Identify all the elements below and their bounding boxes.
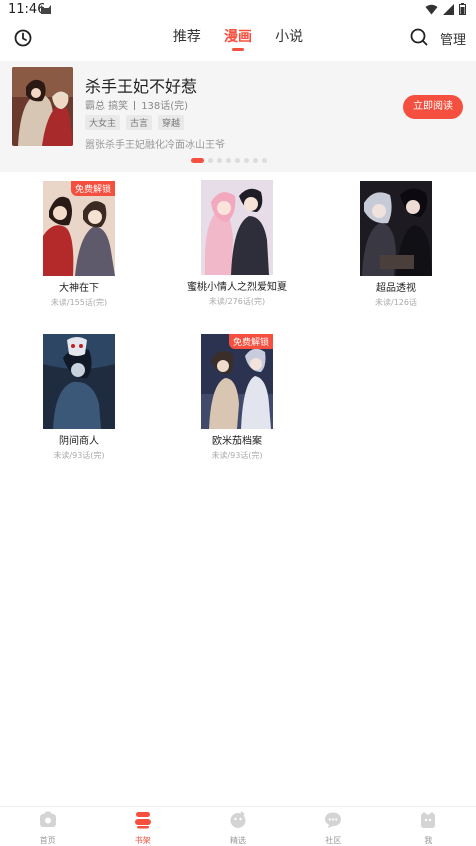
top-nav: 推荐 漫画 小说 管理 bbox=[0, 20, 476, 60]
free-unlock-badge: 免费解锁 bbox=[228, 334, 273, 349]
banner-cover-image[interactable] bbox=[12, 67, 73, 146]
book-progress: 未读/93话(完) bbox=[211, 451, 263, 460]
book-title[interactable]: 大神在下 bbox=[24, 282, 134, 296]
carousel-dot[interactable] bbox=[226, 158, 231, 163]
carousel-dot[interactable] bbox=[262, 158, 267, 163]
nav-home-label: 首页 bbox=[39, 836, 56, 845]
wifi-icon bbox=[425, 4, 438, 14]
book-progress: 未读/276话(完) bbox=[208, 297, 266, 306]
battery-icon bbox=[459, 3, 466, 15]
carousel-indicator bbox=[191, 158, 267, 163]
status-icons bbox=[425, 3, 466, 15]
nav-featured-label: 精选 bbox=[230, 836, 246, 845]
nav-bookshelf[interactable]: 书架 bbox=[95, 807, 190, 846]
tab-recommend[interactable]: 推荐 bbox=[173, 26, 201, 46]
banner-chapters: 138话(完) bbox=[141, 101, 189, 112]
banner-tag: 大女主 bbox=[85, 115, 121, 130]
banner-title[interactable]: 杀手王妃不好惹 bbox=[85, 73, 197, 97]
book-title[interactable]: 欧米茄档案 bbox=[182, 435, 292, 449]
nav-featured[interactable]: 精选 bbox=[190, 807, 285, 846]
carousel-dot[interactable] bbox=[191, 158, 204, 163]
signal-icon bbox=[443, 3, 454, 15]
manage-button[interactable]: 管理 bbox=[440, 29, 466, 48]
book-item[interactable]: 免费解锁 大神在下 未读/155话(完) bbox=[24, 181, 134, 308]
book-cover-image[interactable] bbox=[201, 180, 273, 275]
banner-description: 嚣张杀手王妃融化冷面冰山王爷 bbox=[85, 140, 225, 151]
nav-home[interactable]: 首页 bbox=[0, 807, 95, 846]
featured-icon bbox=[230, 811, 246, 828]
nav-profile[interactable]: 我 bbox=[381, 807, 476, 846]
book-item[interactable]: 蜜桃小情人之烈爱知夏 未读/276话(完) bbox=[182, 180, 292, 307]
tab-comics[interactable]: 漫画 bbox=[224, 26, 252, 51]
status-bar: 11:46 bbox=[0, 0, 476, 20]
book-cover-image[interactable] bbox=[360, 181, 432, 276]
bookshelf-icon bbox=[134, 812, 151, 829]
profile-icon bbox=[421, 812, 436, 828]
carousel-dot[interactable] bbox=[235, 158, 240, 163]
book-title[interactable]: 蜜桃小情人之烈爱知夏 bbox=[182, 281, 292, 295]
carousel-dot[interactable] bbox=[244, 158, 249, 163]
book-cover-image[interactable]: 免费解锁 bbox=[43, 181, 115, 276]
home-icon bbox=[39, 811, 56, 827]
notification-cat-icon bbox=[41, 5, 51, 14]
book-title[interactable]: 超品透视 bbox=[341, 282, 451, 296]
banner-meta: 霸总 搞笑 138话(完) bbox=[85, 97, 188, 112]
active-tab-indicator bbox=[232, 48, 244, 51]
carousel-dot[interactable] bbox=[253, 158, 258, 163]
tab-comics-label: 漫画 bbox=[224, 29, 252, 45]
community-icon bbox=[325, 812, 342, 828]
meta-divider bbox=[134, 101, 136, 110]
book-progress: 未读/126话 bbox=[375, 298, 417, 307]
book-item[interactable]: 阴间商人 未读/93话(完) bbox=[24, 334, 134, 461]
carousel-dot[interactable] bbox=[217, 158, 222, 163]
banner-tag: 穿越 bbox=[158, 115, 185, 130]
nav-bookshelf-label: 书架 bbox=[134, 836, 151, 845]
book-cover-image[interactable] bbox=[43, 334, 115, 429]
book-item[interactable]: 超品透视 未读/126话 bbox=[341, 181, 451, 308]
nav-community-label: 社区 bbox=[325, 836, 342, 845]
featured-banner[interactable]: 杀手王妃不好惹 霸总 搞笑 138话(完) 大女主 古言 穿越 立即阅读 嚣张杀手… bbox=[0, 61, 476, 172]
search-icon[interactable] bbox=[409, 27, 429, 47]
tab-novels[interactable]: 小说 bbox=[275, 26, 303, 46]
book-item[interactable]: 免费解锁 欧米茄档案 未读/93话(完) bbox=[182, 334, 292, 461]
free-unlock-badge: 免费解锁 bbox=[70, 181, 115, 196]
banner-tag: 古言 bbox=[126, 115, 153, 130]
nav-community[interactable]: 社区 bbox=[286, 807, 381, 846]
banner-genres: 霸总 搞笑 bbox=[85, 101, 129, 112]
carousel-dot[interactable] bbox=[208, 158, 213, 163]
book-progress: 未读/155话(完) bbox=[50, 298, 108, 307]
book-title[interactable]: 阴间商人 bbox=[24, 435, 134, 449]
bottom-nav: 首页 书架 精选 社区 我 bbox=[0, 806, 476, 846]
nav-profile-label: 我 bbox=[424, 836, 433, 845]
read-now-button[interactable]: 立即阅读 bbox=[403, 95, 463, 119]
banner-tags: 大女主 古言 穿越 bbox=[85, 115, 185, 130]
tab-bar: 推荐 漫画 小说 bbox=[0, 26, 476, 51]
book-cover-image[interactable]: 免费解锁 bbox=[201, 334, 273, 429]
book-progress: 未读/93话(完) bbox=[53, 451, 105, 460]
